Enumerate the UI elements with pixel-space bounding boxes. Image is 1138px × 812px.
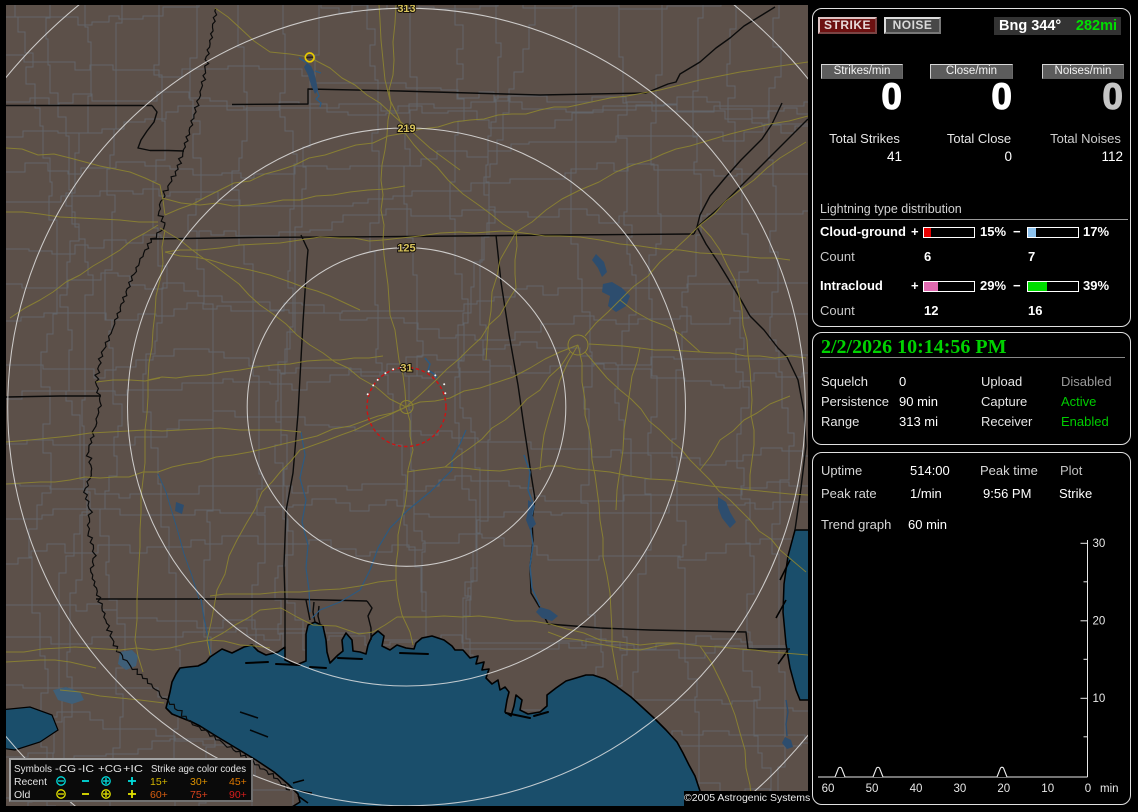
svg-text:Recent: Recent — [14, 776, 47, 788]
svg-text:60: 60 — [822, 783, 835, 795]
svg-text:-CG: -CG — [55, 763, 76, 775]
svg-text:20: 20 — [1093, 616, 1106, 628]
svg-text:+IC: +IC — [123, 763, 143, 775]
svg-text:125: 125 — [397, 243, 415, 255]
svg-text:31: 31 — [400, 363, 412, 375]
svg-text:+CG: +CG — [98, 763, 122, 775]
svg-text:40: 40 — [910, 783, 923, 795]
svg-text:60+: 60+ — [150, 789, 168, 800]
svg-text:Strike age color codes: Strike age color codes — [151, 763, 246, 775]
svg-text:50: 50 — [866, 783, 879, 795]
svg-text:10: 10 — [1093, 693, 1106, 705]
svg-text:45+: 45+ — [229, 776, 247, 788]
svg-text:30: 30 — [1093, 538, 1106, 550]
svg-text:Old: Old — [14, 789, 31, 800]
svg-text:75+: 75+ — [190, 789, 208, 800]
svg-text:313: 313 — [397, 3, 415, 15]
svg-text:20: 20 — [997, 783, 1010, 795]
svg-text:90+: 90+ — [229, 789, 247, 800]
svg-text:0: 0 — [1085, 783, 1091, 795]
svg-text:15+: 15+ — [150, 776, 168, 788]
svg-text:Symbols: Symbols — [14, 763, 52, 775]
svg-text:219: 219 — [397, 123, 415, 135]
svg-text:30+: 30+ — [190, 776, 208, 788]
svg-text:-IC: -IC — [78, 763, 94, 775]
svg-text:30: 30 — [954, 783, 967, 795]
svg-text:min: min — [1100, 783, 1119, 795]
svg-text:10: 10 — [1041, 783, 1054, 795]
